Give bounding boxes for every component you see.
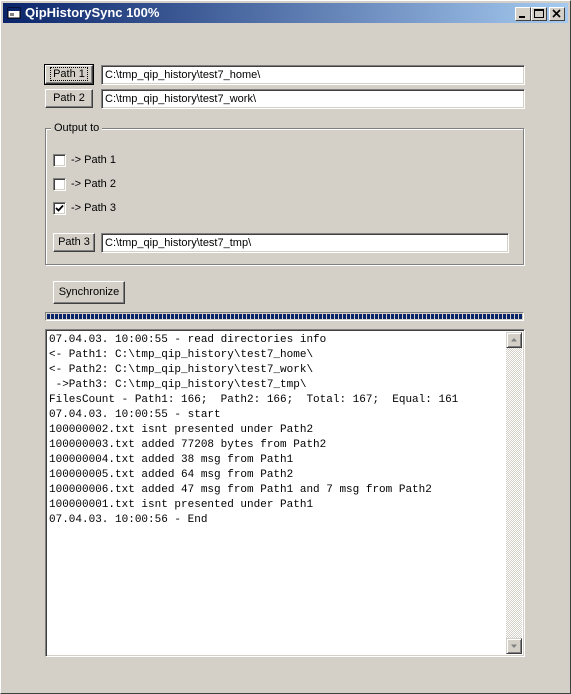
output-path3-checkbox[interactable] (53, 202, 66, 215)
main-window: QipHistorySync 100% Path 1 C:\tmp_qip_hi… (0, 0, 571, 694)
output-path2-checkbox[interactable] (53, 178, 66, 191)
close-icon (552, 9, 561, 18)
maximize-icon (534, 9, 544, 18)
output-path1-label[interactable]: -> Path 1 (71, 153, 116, 167)
log-textarea[interactable]: 07.04.03. 10:00:55 - read directories in… (45, 329, 525, 657)
output-group-label: Output to (51, 121, 103, 135)
log-line: 100000002.txt isnt presented under Path2 (49, 424, 314, 436)
path3-button[interactable]: Path 3 (53, 233, 95, 252)
log-line: 100000003.txt added 77208 bytes from Pat… (49, 439, 327, 451)
path2-button[interactable]: Path 2 (45, 89, 93, 108)
down-arrow-icon (511, 644, 517, 648)
output-path2-label[interactable]: -> Path 2 (71, 177, 116, 191)
log-line: 100000005.txt added 64 msg from Path2 (49, 469, 294, 481)
log-line: <- Path1: C:\tmp_qip_history\test7_home\ (49, 349, 314, 361)
path2-button-label: Path 2 (53, 92, 85, 104)
close-button[interactable] (549, 7, 565, 21)
path1-button-label: Path 1 (50, 67, 88, 81)
path1-button[interactable]: Path 1 (44, 64, 94, 85)
log-line: 07.04.03. 10:00:55 - read directories in… (49, 334, 327, 346)
up-arrow-icon (511, 338, 517, 342)
app-window-icon[interactable] (7, 6, 21, 20)
log-line: 07.04.03. 10:00:55 - start (49, 409, 221, 421)
output-path3-label[interactable]: -> Path 3 (71, 201, 116, 215)
log-lines: 07.04.03. 10:00:55 - read directories in… (49, 333, 504, 528)
scroll-up-button[interactable] (506, 332, 522, 348)
path1-field[interactable]: C:\tmp_qip_history\test7_home\ (101, 65, 525, 85)
window-title: QipHistorySync 100% (25, 5, 160, 20)
log-line: ->Path3: C:\tmp_qip_history\test7_tmp\ (49, 379, 307, 391)
synchronize-button[interactable]: Synchronize (53, 281, 125, 304)
log-line: 100000006.txt added 47 msg from Path1 an… (49, 484, 432, 496)
log-line: 07.04.03. 10:00:56 - End (49, 514, 208, 526)
log-line: <- Path2: C:\tmp_qip_history\test7_work\ (49, 364, 314, 376)
path3-field[interactable]: C:\tmp_qip_history\test7_tmp\ (101, 233, 509, 253)
scroll-down-button[interactable] (506, 638, 522, 654)
log-line: 100000001.txt isnt presented under Path1 (49, 499, 314, 511)
log-line: FilesCount - Path1: 166; Path2: 166; Tot… (49, 394, 459, 406)
title-bar[interactable]: QipHistorySync 100% (3, 3, 568, 23)
path2-field[interactable]: C:\tmp_qip_history\test7_work\ (101, 89, 525, 109)
progress-fill (47, 314, 522, 319)
maximize-button[interactable] (531, 7, 547, 21)
minimize-button[interactable] (515, 7, 531, 21)
synchronize-button-label: Synchronize (58, 286, 120, 298)
checkmark-icon (55, 204, 64, 212)
progress-bar (45, 312, 524, 321)
minimize-icon (519, 16, 525, 18)
output-path1-checkbox[interactable] (53, 154, 66, 167)
path3-button-label: Path 3 (58, 236, 90, 248)
log-line: 100000004.txt added 38 msg from Path1 (49, 454, 294, 466)
log-vertical-scrollbar[interactable] (506, 332, 522, 654)
